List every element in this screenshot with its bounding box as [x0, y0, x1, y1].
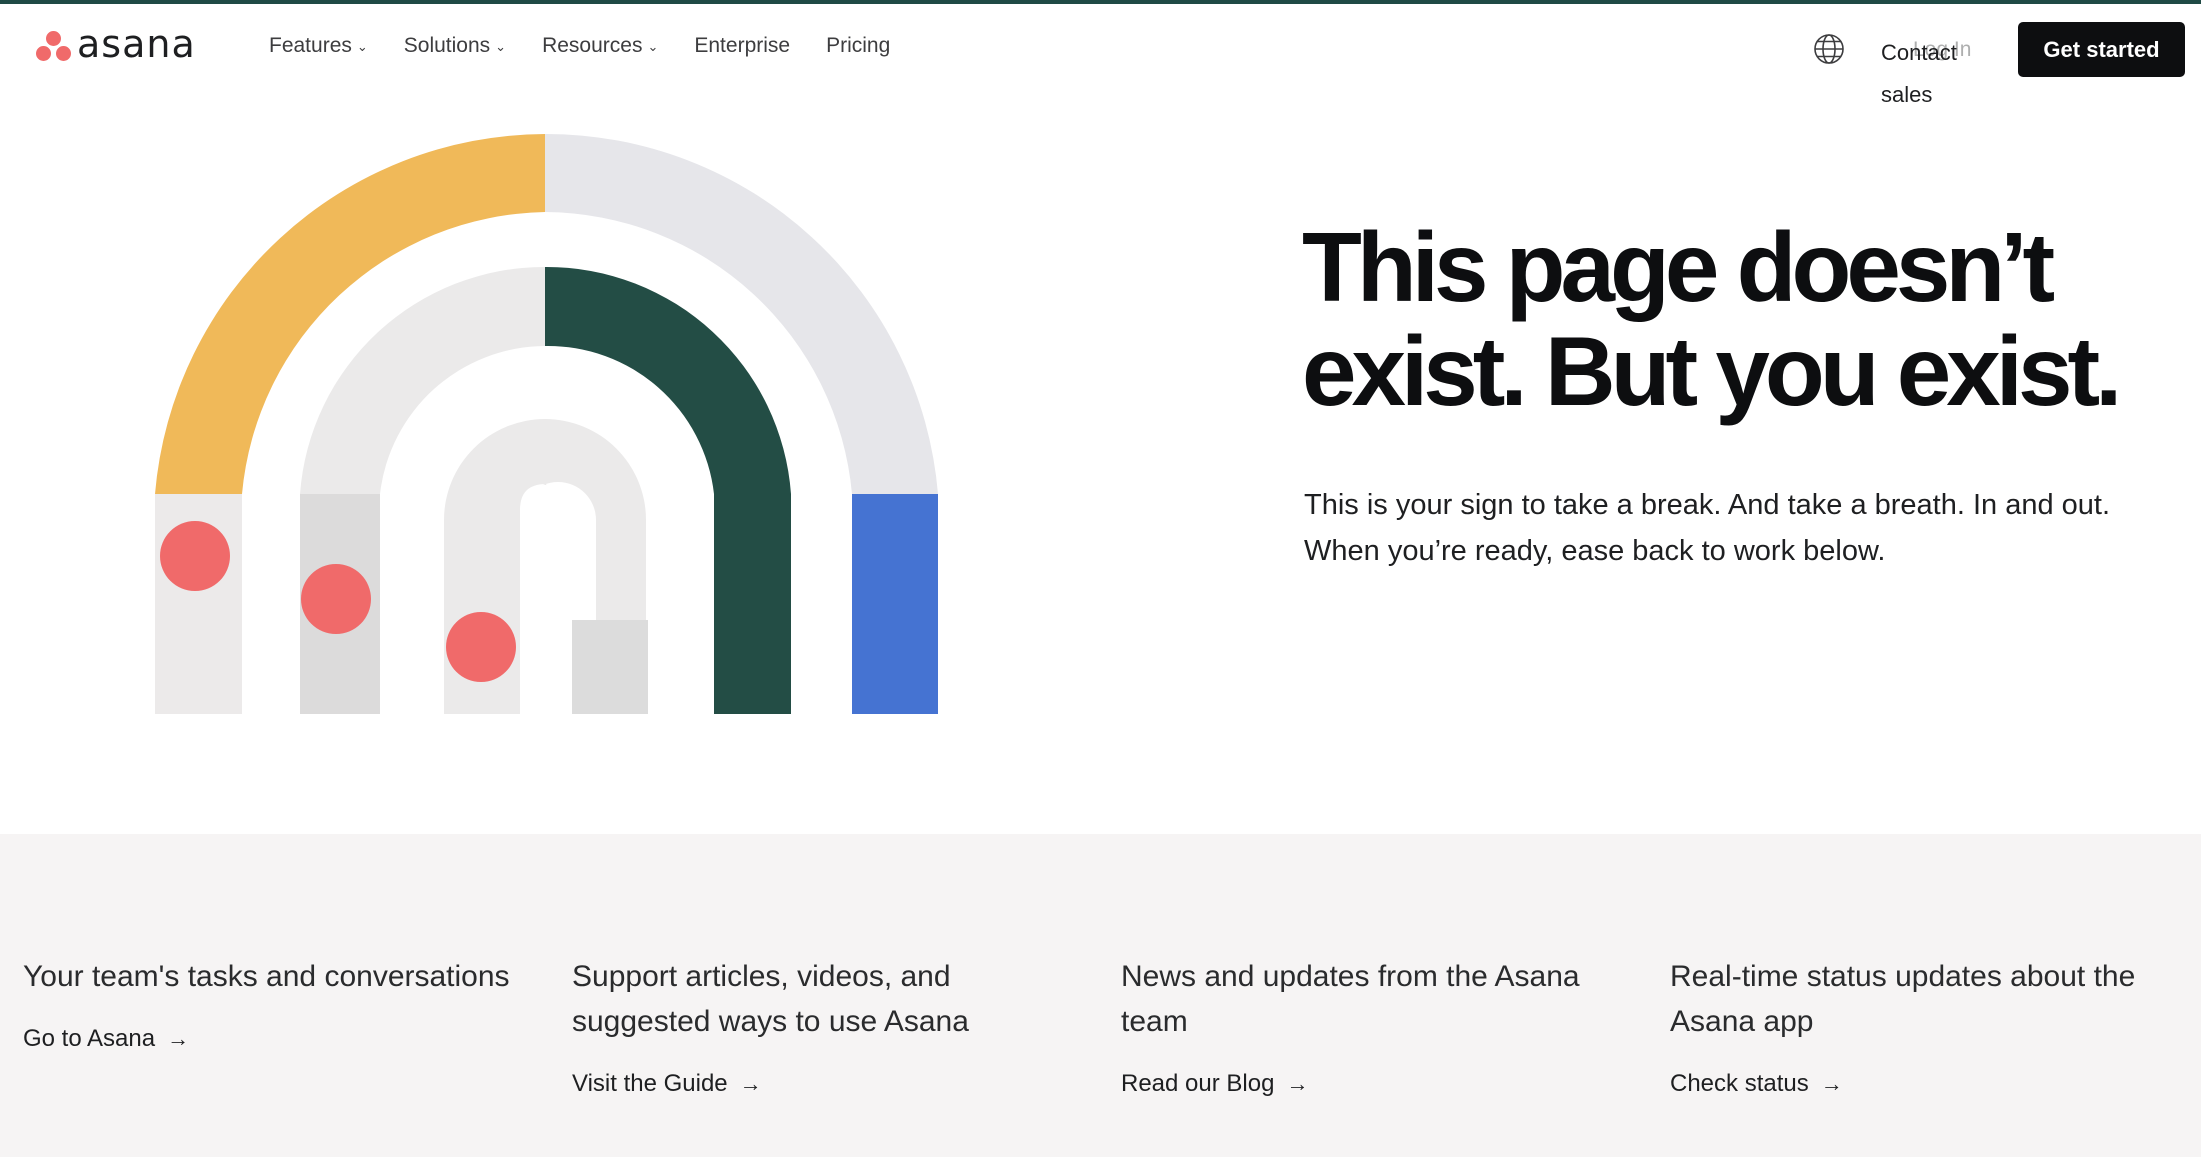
- nav-item-label: Features: [269, 34, 352, 57]
- page-subtitle: This is your sign to take a break. And t…: [1304, 489, 2111, 567]
- link-card-description: Support articles, videos, and suggested …: [572, 960, 969, 1038]
- link-card-blog: News and updates from the Asana team Rea…: [1121, 954, 1641, 1098]
- asana-logo[interactable]: asana: [35, 22, 196, 66]
- arrow-right-icon: →: [1820, 1071, 1843, 1096]
- contact-sales-link[interactable]: Contact sales: [1881, 32, 1991, 116]
- arrow-right-icon: →: [1286, 1071, 1309, 1096]
- outer-leg-right-blue: [852, 494, 938, 714]
- nav-item-resources[interactable]: Resources ⌄: [542, 34, 658, 58]
- inner-arch-gap: [520, 485, 570, 714]
- arrow-right-icon: →: [739, 1071, 762, 1096]
- nav-menu: Features ⌄ Solutions ⌄ Resources ⌄ Enter…: [269, 34, 926, 58]
- nav-item-label: Pricing: [826, 34, 891, 57]
- link-card-description: Your team's tasks and conversations: [23, 960, 510, 993]
- link-label: Read our Blog: [1121, 1070, 1275, 1097]
- chevron-down-icon: ⌄: [356, 39, 368, 54]
- red-dot-1: [160, 521, 230, 591]
- link-card-description: Real-time status updates about the Asana…: [1670, 960, 2136, 1038]
- nav-item-solutions[interactable]: Solutions ⌄: [404, 34, 506, 58]
- red-dot-3: [446, 612, 516, 682]
- nav-item-features[interactable]: Features ⌄: [269, 34, 368, 58]
- nav-item-label: Enterprise: [694, 34, 791, 57]
- link-label: Visit the Guide: [572, 1070, 728, 1097]
- page-title: This page doesn’t exist. But you exist.: [1302, 212, 2122, 426]
- nav-item-label: Solutions: [403, 34, 491, 57]
- get-started-button[interactable]: Get started: [2018, 22, 2185, 77]
- asana-logo-icon: [35, 29, 73, 63]
- link-card-asana: Your team's tasks and conversations Go t…: [23, 954, 543, 1053]
- link-label: Check status: [1670, 1070, 1809, 1097]
- nav-item-label: Resources: [542, 34, 643, 57]
- read-blog-link[interactable]: Read our Blog →: [1121, 1070, 1308, 1098]
- link-card-guide: Support articles, videos, and suggested …: [572, 954, 1092, 1098]
- globe-icon[interactable]: [1812, 32, 1846, 66]
- link-label: Go to Asana: [23, 1025, 156, 1052]
- nav-item-pricing[interactable]: Pricing: [826, 34, 890, 58]
- red-dot-2: [301, 564, 371, 634]
- nav-item-enterprise[interactable]: Enterprise: [694, 34, 790, 58]
- rainbow-illustration: [150, 130, 950, 720]
- inner-leg-texture: [572, 620, 648, 714]
- go-to-asana-link[interactable]: Go to Asana →: [23, 1025, 189, 1053]
- visit-guide-link[interactable]: Visit the Guide →: [572, 1070, 762, 1098]
- check-status-link[interactable]: Check status →: [1670, 1070, 1843, 1098]
- chevron-down-icon: ⌄: [495, 39, 507, 54]
- helpful-links-section: Your team's tasks and conversations Go t…: [0, 834, 2201, 1157]
- asana-wordmark: asana: [77, 22, 196, 66]
- link-card-status: Real-time status updates about the Asana…: [1670, 954, 2190, 1098]
- arrow-right-icon: →: [167, 1026, 190, 1051]
- middle-leg-green: [714, 494, 791, 714]
- chevron-down-icon: ⌄: [647, 39, 659, 54]
- link-card-description: News and updates from the Asana team: [1121, 960, 1580, 1038]
- top-navigation: asana Features ⌄ Solutions ⌄ Resources ⌄…: [0, 4, 2201, 107]
